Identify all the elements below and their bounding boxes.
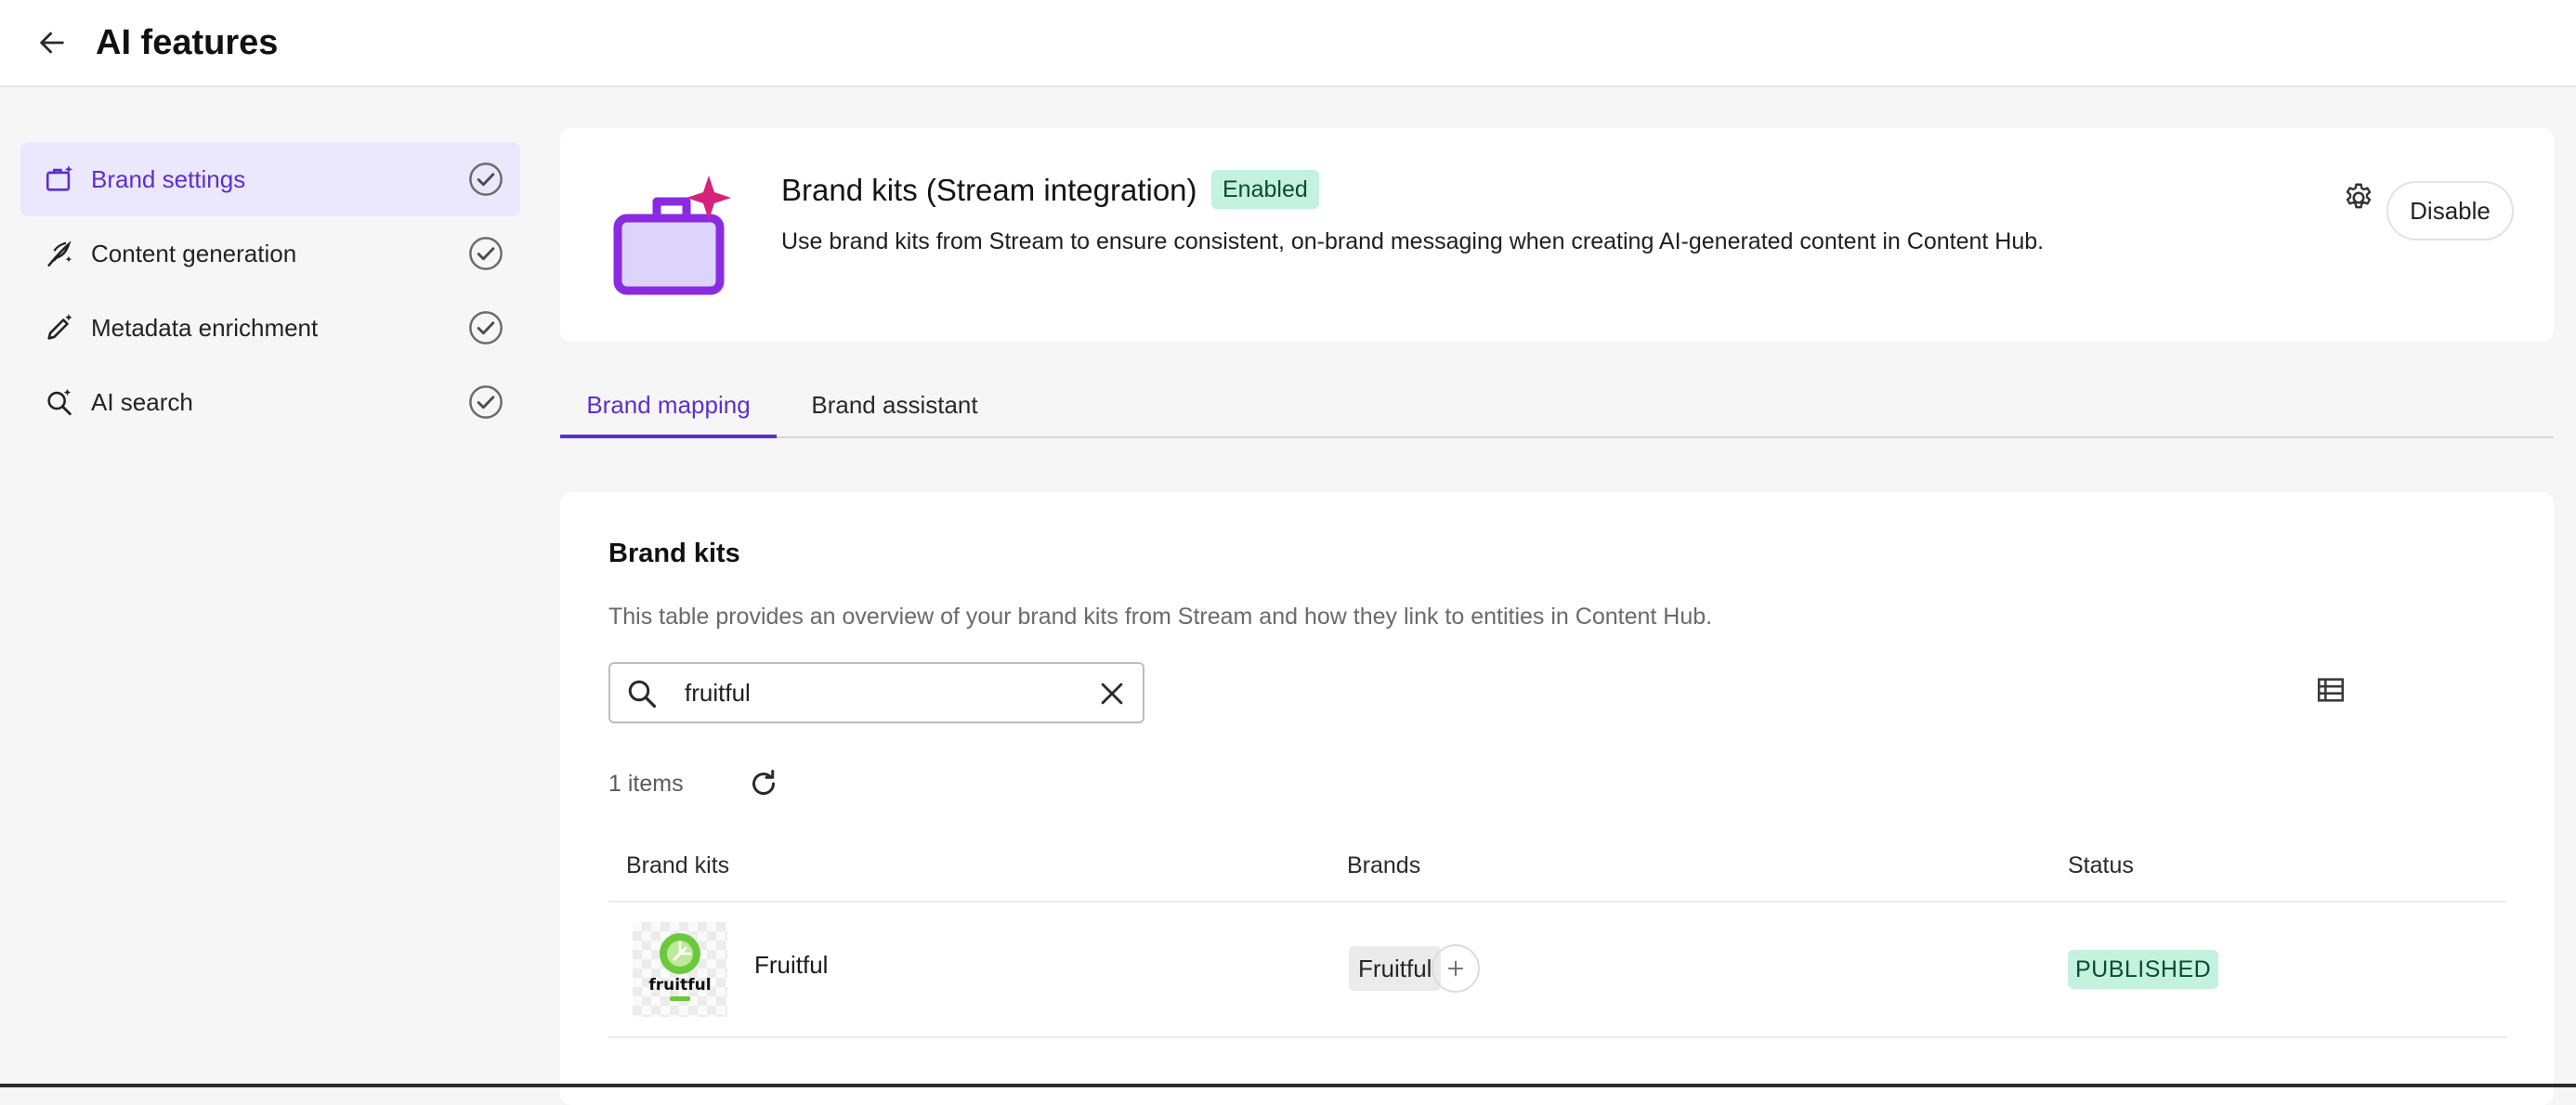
table-row[interactable]: fruitful Fruitful Fruitful PUBLISHED bbox=[608, 903, 2507, 1038]
pencil-sparkle-icon bbox=[41, 309, 78, 346]
check-circle-icon bbox=[466, 308, 505, 347]
sidebar-item-metadata-enrichment[interactable]: Metadata enrichment bbox=[20, 291, 520, 365]
feature-description: Use brand kits from Stream to ensure con… bbox=[781, 228, 2045, 254]
search-icon bbox=[625, 677, 659, 710]
sidebar-item-brand-settings[interactable]: Brand settings bbox=[20, 142, 520, 216]
search-input[interactable] bbox=[685, 673, 1056, 712]
tab-brand-assistant[interactable]: Brand assistant bbox=[794, 379, 995, 438]
status-badge: PUBLISHED bbox=[2068, 950, 2219, 989]
plus-icon bbox=[1447, 960, 1464, 977]
quill-sparkle-icon bbox=[41, 235, 78, 272]
table-header: Brand kits Brands Status bbox=[608, 836, 2507, 903]
column-header-status[interactable]: Status bbox=[2068, 852, 2134, 879]
back-arrow-icon[interactable] bbox=[30, 20, 74, 65]
brand-settings-icon bbox=[41, 161, 78, 198]
sidebar: Brand settings Content generation Metada… bbox=[20, 142, 520, 439]
tab-brand-mapping[interactable]: Brand mapping bbox=[560, 379, 777, 438]
enabled-badge: Enabled bbox=[1211, 170, 1319, 209]
fruitful-logo-text: fruitful bbox=[648, 976, 711, 994]
close-icon[interactable] bbox=[1096, 678, 1128, 709]
add-brand-button[interactable] bbox=[1432, 944, 1480, 993]
table-view-icon[interactable] bbox=[2308, 667, 2354, 713]
items-count: 1 items bbox=[608, 771, 684, 797]
tab-bar: Brand mapping Brand assistant bbox=[560, 379, 2554, 438]
page-title: AI features bbox=[96, 23, 279, 62]
gear-icon[interactable] bbox=[2335, 175, 2382, 221]
refresh-icon[interactable] bbox=[741, 761, 786, 806]
window-bottom-edge bbox=[0, 1084, 2576, 1087]
brand-tag[interactable]: Fruitful bbox=[1349, 946, 1442, 991]
sidebar-item-ai-search[interactable]: AI search bbox=[20, 365, 520, 439]
sidebar-item-content-generation[interactable]: Content generation bbox=[20, 216, 520, 291]
fruitful-logo: fruitful bbox=[633, 922, 727, 1017]
sidebar-item-label: AI search bbox=[91, 387, 193, 416]
feature-title: Brand kits (Stream integration) bbox=[781, 173, 1197, 207]
sidebar-item-label: Content generation bbox=[91, 239, 297, 267]
check-circle-icon bbox=[466, 160, 505, 199]
brand-kit-logo-icon bbox=[608, 170, 739, 300]
sidebar-item-label: Brand settings bbox=[91, 164, 246, 193]
brand-kits-panel: Brand kits This table provides an overvi… bbox=[560, 492, 2554, 1105]
column-header-brands[interactable]: Brands bbox=[1347, 852, 1420, 879]
app-header: AI features bbox=[0, 0, 2576, 87]
column-header-brand-kits[interactable]: Brand kits bbox=[626, 852, 729, 879]
search-field bbox=[608, 662, 1144, 723]
check-circle-icon bbox=[466, 383, 505, 422]
brand-kit-name[interactable]: Fruitful bbox=[754, 951, 828, 980]
check-circle-icon bbox=[466, 234, 505, 273]
feature-card: Brand kits (Stream integration) Enabled … bbox=[560, 128, 2554, 342]
disable-button[interactable]: Disable bbox=[2386, 181, 2514, 240]
sidebar-item-label: Metadata enrichment bbox=[91, 313, 319, 342]
brand-kits-table: Brand kits Brands Status fruitful Fruitf… bbox=[608, 836, 2507, 1038]
section-description: This table provides an overview of your … bbox=[608, 604, 1713, 630]
section-title: Brand kits bbox=[608, 539, 740, 568]
search-sparkle-icon bbox=[41, 384, 78, 421]
